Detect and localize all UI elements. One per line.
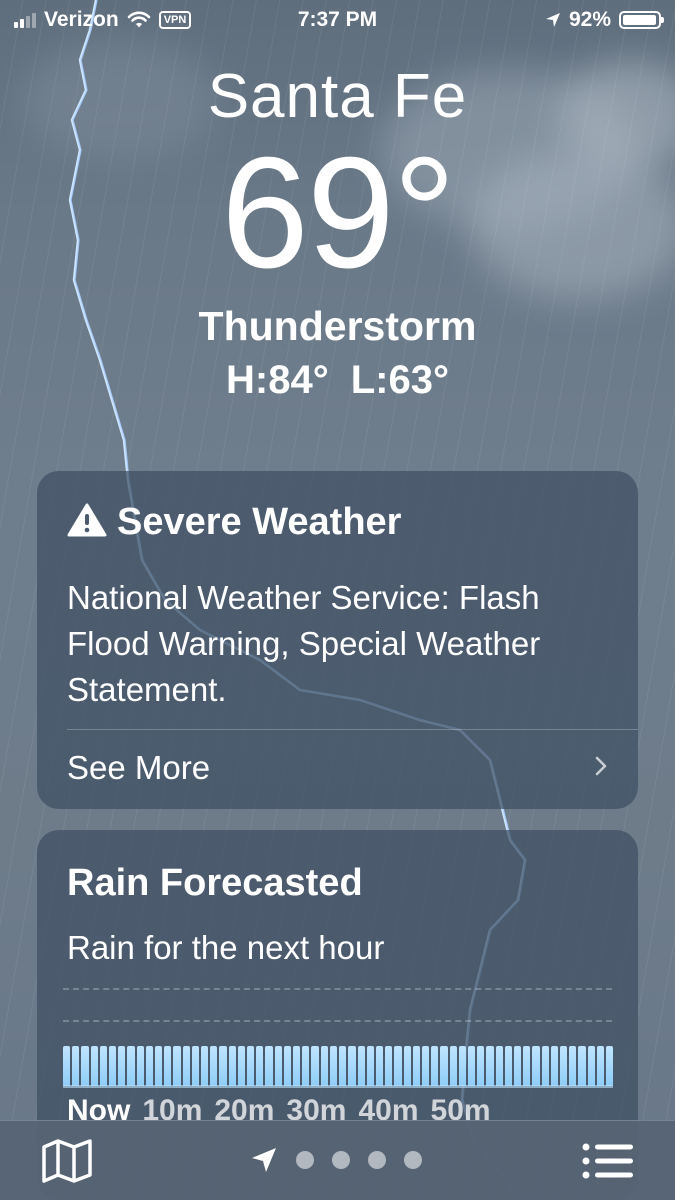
rain-bar <box>302 1046 310 1086</box>
map-icon[interactable] <box>40 1139 94 1183</box>
rain-bar <box>541 1046 549 1086</box>
rain-bar <box>293 1046 301 1086</box>
rain-forecast-subtitle: Rain for the next hour <box>67 929 385 966</box>
rain-bar <box>210 1046 218 1086</box>
location-arrow-icon[interactable] <box>250 1146 278 1174</box>
rain-bar <box>477 1046 485 1086</box>
rain-bar <box>403 1046 411 1086</box>
status-bar: Verizon VPN 7:37 PM 92% <box>0 0 675 38</box>
rain-bar <box>513 1046 522 1086</box>
rain-bar <box>109 1046 117 1086</box>
rain-bar <box>366 1046 374 1086</box>
rain-bar <box>219 1046 227 1086</box>
rain-bar <box>182 1046 190 1086</box>
bottom-toolbar <box>0 1120 675 1200</box>
rain-bar <box>265 1046 273 1086</box>
chevron-right-icon <box>595 756 607 776</box>
rain-bar <box>578 1046 586 1086</box>
rain-bar <box>127 1046 135 1086</box>
low-temperature: L:63° <box>350 358 449 402</box>
rain-bar <box>375 1046 384 1086</box>
chart-baseline <box>63 1085 613 1088</box>
rain-bar <box>596 1046 604 1086</box>
page-dot[interactable] <box>368 1151 386 1169</box>
rain-bar <box>587 1046 595 1086</box>
alert-message: National Weather Service: Flash Flood Wa… <box>67 579 541 708</box>
warning-icon <box>67 503 107 537</box>
rain-bar <box>320 1046 328 1086</box>
rain-bar <box>412 1046 420 1086</box>
rain-bar <box>495 1046 503 1086</box>
rain-bar <box>605 1046 614 1086</box>
rain-bar <box>283 1046 292 1086</box>
current-temperature: 69° <box>221 125 456 301</box>
location-services-icon <box>545 13 560 27</box>
rain-bar <box>136 1046 144 1086</box>
rain-bar <box>237 1046 246 1086</box>
rain-bar <box>99 1046 108 1086</box>
rain-bar <box>256 1046 264 1086</box>
rain-bar <box>440 1046 448 1086</box>
rain-bar <box>247 1046 255 1086</box>
battery-icon <box>619 11 664 29</box>
high-low: H:84° L:63° <box>0 352 675 408</box>
rain-bar <box>155 1046 163 1086</box>
rain-bar <box>523 1046 531 1086</box>
rain-bar <box>348 1046 356 1086</box>
rain-bar <box>559 1046 568 1086</box>
page-dot[interactable] <box>332 1151 350 1169</box>
page-dot[interactable] <box>296 1151 314 1169</box>
weather-condition: Thunderstorm <box>198 303 477 349</box>
rain-bar <box>72 1046 80 1086</box>
rain-bar <box>191 1046 200 1086</box>
rain-bar <box>431 1046 439 1086</box>
rain-bar <box>201 1046 209 1086</box>
rain-bar <box>274 1046 282 1086</box>
high-temperature: H:84° <box>226 358 329 402</box>
rain-intensity-bars <box>63 1040 614 1086</box>
rain-bar <box>145 1046 154 1086</box>
rain-bar <box>458 1046 466 1086</box>
severe-weather-title: Severe Weather <box>117 501 402 543</box>
rain-bar <box>173 1046 181 1086</box>
chart-gridline <box>63 988 612 990</box>
rain-bar <box>532 1046 540 1086</box>
rain-bar <box>329 1046 338 1086</box>
rain-bar <box>569 1046 577 1086</box>
rain-bar <box>449 1046 457 1086</box>
see-more-link[interactable]: See More <box>67 746 210 790</box>
rain-bar <box>394 1046 402 1086</box>
rain-bar <box>504 1046 512 1086</box>
battery-percent: 92% <box>568 8 611 31</box>
rain-bar <box>339 1046 347 1086</box>
rain-bar <box>63 1046 71 1086</box>
chart-gridline <box>63 1020 612 1022</box>
rain-bar <box>467 1046 476 1086</box>
current-weather-header: Santa Fe 69° Thunderstorm H:84° L:63° <box>0 60 675 408</box>
list-icon[interactable] <box>581 1141 635 1181</box>
page-indicator[interactable] <box>250 1146 422 1174</box>
rain-bar <box>385 1046 393 1086</box>
city-name: Santa Fe <box>207 62 468 131</box>
rain-forecast-title: Rain Forecasted <box>67 862 363 904</box>
rain-bar <box>357 1046 365 1086</box>
severe-weather-card[interactable]: Severe Weather National Weather Service:… <box>37 471 638 809</box>
rain-bar <box>90 1046 98 1086</box>
rain-bar <box>228 1046 236 1086</box>
rain-bar <box>550 1046 558 1086</box>
rain-bar <box>164 1046 172 1086</box>
rain-bar <box>421 1046 430 1086</box>
rain-bar <box>311 1046 319 1086</box>
rain-bar <box>118 1046 126 1086</box>
rain-bar <box>81 1046 89 1086</box>
card-divider <box>67 729 638 730</box>
rain-bar <box>486 1046 494 1086</box>
severe-weather-title-row: Severe Weather <box>67 501 401 544</box>
page-dot[interactable] <box>404 1151 422 1169</box>
